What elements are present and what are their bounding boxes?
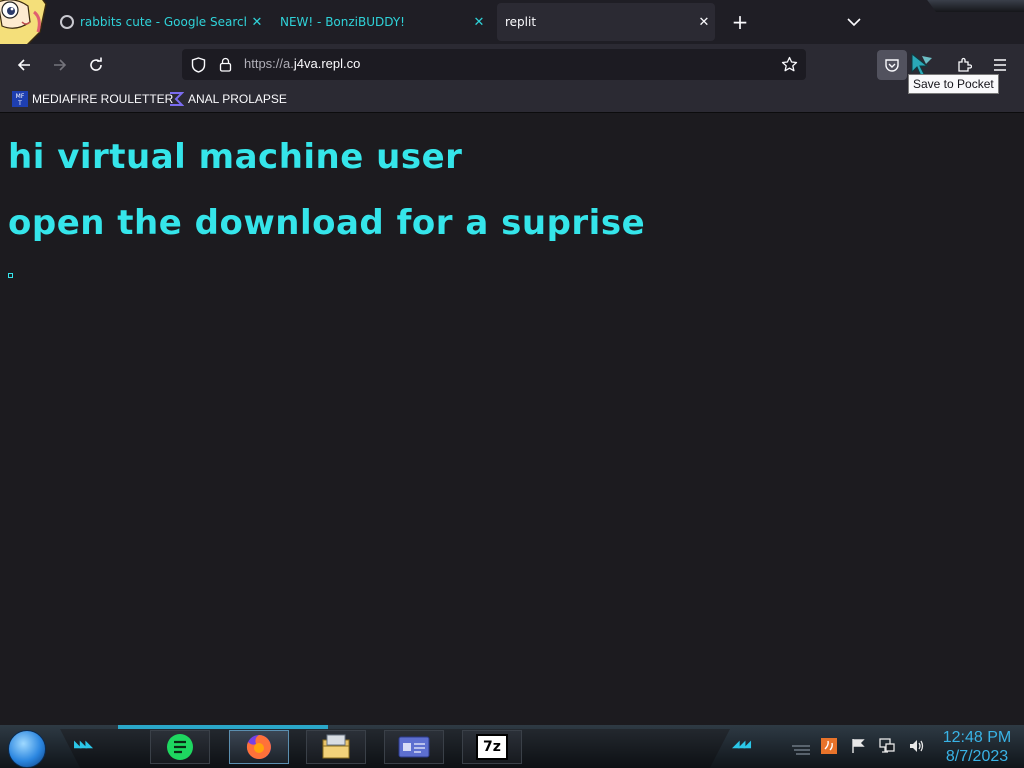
shield-icon[interactable]: [191, 57, 206, 73]
tab-title: rabbits cute - Google Search: [80, 15, 246, 29]
download-prompt-heading: open the download for a suprise: [8, 203, 646, 243]
taskbar-app-7zip[interactable]: 7z: [462, 730, 522, 764]
back-button[interactable]: [9, 50, 39, 80]
character-avatar: [0, 0, 58, 50]
tab-title: NEW! - BonziBUDDY!: [280, 15, 405, 29]
forward-button[interactable]: [45, 50, 75, 80]
greeting-heading: hi virtual machine user: [8, 137, 463, 177]
clock-date: 8/7/2023: [945, 748, 1009, 765]
show-hidden-icons-button[interactable]: [790, 741, 812, 760]
download-link[interactable]: [8, 273, 13, 278]
arrow-right-icon: [54, 59, 67, 71]
url-text[interactable]: https://a.j4va.repl.co: [244, 56, 360, 71]
sigma-icon: [170, 92, 184, 106]
save-to-pocket-button[interactable]: [877, 50, 907, 80]
tab-rabbits-cute[interactable]: rabbits cute - Google Search ✕: [56, 3, 268, 41]
firefox-icon: [246, 735, 271, 759]
file-explorer-icon: [322, 734, 350, 759]
taskbar-app-firefox[interactable]: [229, 730, 289, 764]
page-content: hi virtual machine user open the downloa…: [0, 113, 1024, 725]
svg-text:MF: MF: [16, 93, 25, 100]
close-tab-icon[interactable]: ✕: [468, 11, 490, 33]
tab-title: replit: [505, 15, 537, 29]
bookmark-anal-prolapse[interactable]: ANAL PROLAPSE: [168, 89, 287, 109]
bookmark-label: MEDIAFIRE ROULETTER: [32, 92, 174, 106]
google-icon: [60, 15, 74, 29]
puzzle-icon: [958, 57, 972, 72]
taskbar: ◣◣◣ 7z ◢◢◢ 12:48 PM 8/7/2023: [0, 725, 1024, 768]
taskbar-app-file-explorer[interactable]: [306, 730, 366, 764]
bookmark-star-icon[interactable]: [781, 56, 798, 73]
taskbar-app-id-card[interactable]: [384, 730, 444, 764]
theme-decoration: [927, 0, 1024, 12]
volume-icon[interactable]: [908, 738, 926, 754]
mediafire-icon: MF T: [12, 91, 28, 107]
id-card-icon: [398, 736, 430, 758]
taskbar-clock[interactable]: 12:48 PM 8/7/2023: [934, 728, 1020, 766]
stripes-icon: [792, 745, 810, 755]
tab-replit[interactable]: replit ✕: [497, 3, 715, 41]
system-tray: [820, 735, 926, 757]
url-host: j4va.repl.co: [293, 56, 361, 71]
tab-bonzibuddy[interactable]: NEW! - BonziBUDDY! ✕: [276, 3, 490, 41]
7zip-label: 7z: [483, 739, 501, 755]
list-all-tabs-button[interactable]: [842, 10, 866, 34]
chevrons-decoration: ◢◢◢: [732, 739, 751, 750]
reload-button[interactable]: [81, 50, 111, 80]
notes-icon: [167, 734, 193, 760]
java-update-icon[interactable]: [820, 737, 838, 755]
bookmark-label: ANAL PROLAPSE: [188, 92, 287, 106]
action-center-flag-icon[interactable]: [850, 738, 866, 754]
new-tab-button[interactable]: +: [728, 10, 752, 34]
chevron-down-icon: [847, 18, 861, 27]
hamburger-menu-icon: [994, 59, 1006, 71]
close-tab-icon[interactable]: ✕: [246, 11, 268, 33]
url-bar[interactable]: https://a.j4va.repl.co: [182, 49, 806, 80]
save-to-pocket-tooltip: Save to Pocket: [908, 74, 999, 94]
taskbar-accent-bar: [118, 725, 328, 729]
taskbar-app-notes[interactable]: [150, 730, 210, 764]
bookmarks-toolbar: MF T MEDIAFIRE ROULETTER ANAL PROLAPSE: [0, 86, 1024, 113]
url-subdomain: a.: [283, 56, 294, 71]
bookmark-mediafire-rouletter[interactable]: MF T MEDIAFIRE ROULETTER: [12, 89, 173, 109]
network-icon[interactable]: [878, 738, 896, 754]
navigation-toolbar: https://a.j4va.repl.co: [0, 44, 1024, 86]
tab-strip: rabbits cute - Google Search ✕ NEW! - Bo…: [0, 0, 1024, 44]
clock-time: 12:48 PM: [942, 729, 1012, 746]
pocket-icon: [885, 59, 899, 72]
reload-icon: [90, 57, 102, 71]
arrow-left-icon: [17, 59, 30, 71]
close-tab-icon[interactable]: ✕: [693, 11, 715, 33]
start-button[interactable]: [8, 730, 46, 768]
7zip-icon: 7z: [476, 734, 508, 760]
url-scheme: https://: [244, 56, 284, 71]
chevrons-decoration: ◣◣◣: [74, 739, 93, 750]
svg-text:T: T: [17, 100, 22, 107]
lock-icon[interactable]: [219, 57, 232, 72]
